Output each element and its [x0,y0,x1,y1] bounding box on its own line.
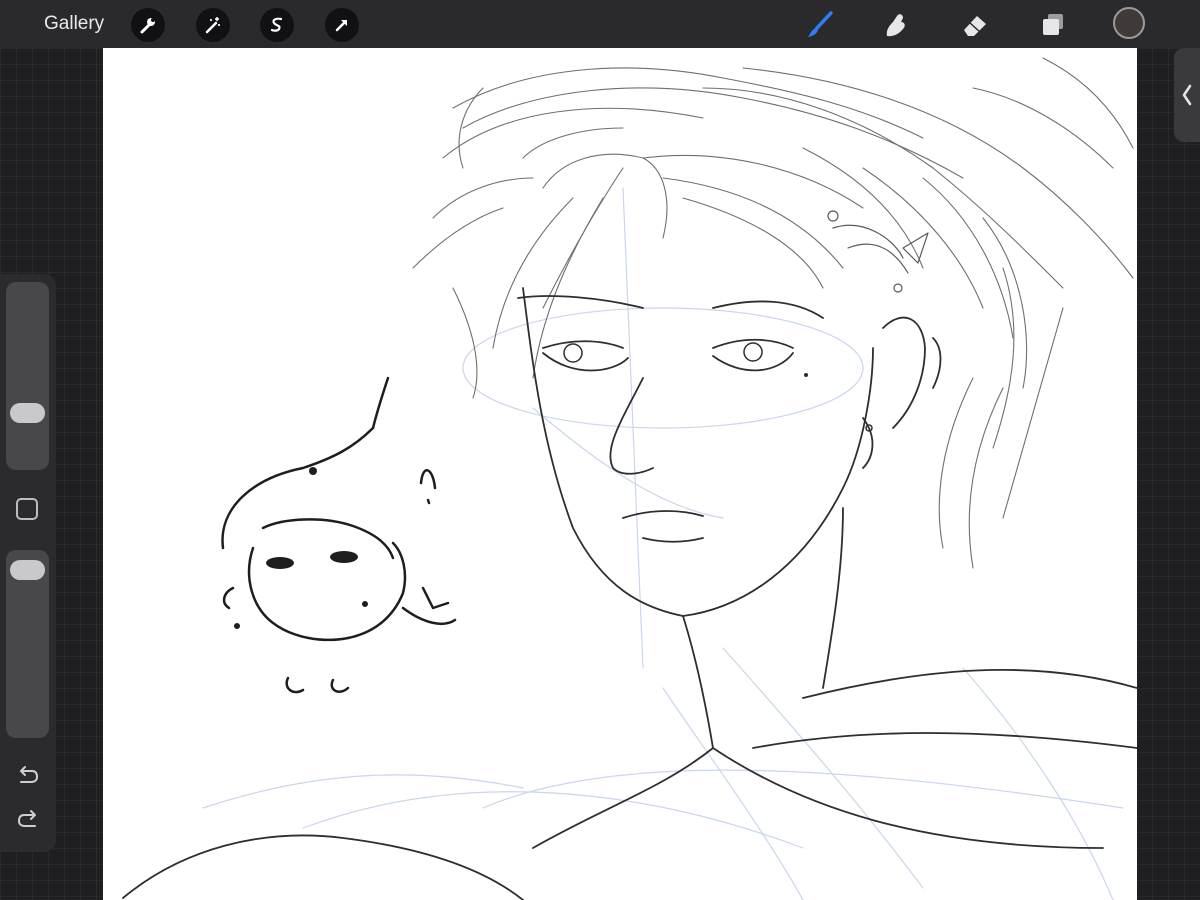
drawing-canvas[interactable] [103,48,1137,900]
actions-button[interactable] [131,8,165,42]
gallery-button[interactable]: Gallery [44,12,104,36]
adjustments-button[interactable] [196,8,230,42]
chevron-left-icon [1182,84,1192,106]
opacity-slider[interactable] [6,550,49,738]
wrench-icon [140,18,155,34]
modify-button[interactable] [16,498,38,520]
color-picker-button[interactable] [1113,7,1145,39]
opacity-thumb[interactable] [10,560,45,581]
redo-icon [17,810,36,827]
layers-button[interactable] [1036,8,1070,42]
smudge-tool-button[interactable] [879,8,913,42]
left-sidebar [0,274,56,852]
undo-icon [20,766,39,783]
selection-icon [270,17,283,32]
top-toolbar: Gallery [0,0,1200,48]
brush-icon [808,11,833,37]
brush-size-slider[interactable] [6,282,49,470]
layers-icon [1043,14,1063,35]
eraser-icon [964,16,986,36]
magic-wand-icon [205,17,220,34]
undo-button[interactable] [13,762,43,790]
selection-button[interactable] [260,8,294,42]
right-panel-toggle[interactable] [1174,48,1200,142]
redo-button[interactable] [13,806,43,834]
sketch-artwork [122,57,1137,900]
transform-button[interactable] [325,8,359,42]
brush-size-thumb[interactable] [10,402,45,423]
smudge-icon [886,14,905,37]
transform-arrow-icon [335,20,347,32]
eraser-tool-button[interactable] [958,8,992,42]
brush-tool-button[interactable] [803,8,837,42]
